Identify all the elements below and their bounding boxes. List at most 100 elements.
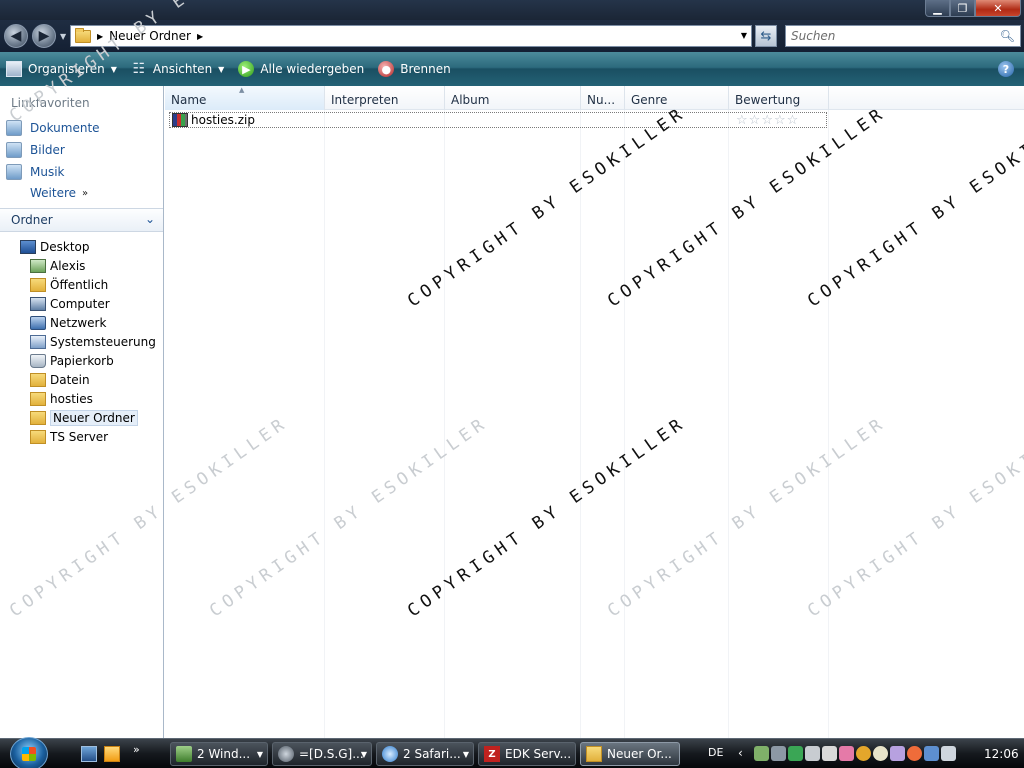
search-input[interactable] <box>791 29 991 43</box>
favorite-link-pictures[interactable]: Bilder <box>6 142 65 158</box>
rating-stars[interactable]: ☆ ☆ ☆ ☆ ☆ <box>736 113 799 128</box>
tree-item-recycle-bin[interactable]: Papierkorb <box>30 351 114 370</box>
zip-archive-icon <box>172 113 188 127</box>
show-hidden-icons-arrow-icon[interactable]: ‹ <box>738 746 743 760</box>
burn-button[interactable]: ● Brennen <box>378 61 451 77</box>
column-header-album[interactable]: Album <box>445 86 581 110</box>
column-header-number[interactable]: Nu... <box>581 86 625 110</box>
help-icon: ? <box>1002 62 1010 76</box>
refresh-button[interactable]: ⇆ <box>755 25 777 47</box>
tree-item-neuer-ordner[interactable]: Neuer Ordner <box>30 408 138 427</box>
tray-app-icon[interactable] <box>754 746 769 761</box>
star-icon[interactable]: ☆ <box>736 113 749 128</box>
tray-messenger-icon[interactable] <box>788 746 803 761</box>
column-divider <box>580 110 581 738</box>
folders-header[interactable]: Ordner ⌄ <box>0 208 163 232</box>
tree-item-network[interactable]: Netzwerk <box>30 313 106 332</box>
forward-button[interactable]: ▶ <box>32 24 56 48</box>
tray-drive-icon[interactable] <box>805 746 820 761</box>
clock[interactable]: 12:06 <box>984 747 1019 761</box>
folder-icon <box>30 372 46 387</box>
volume-icon[interactable] <box>941 746 956 761</box>
window-controls: ▁ ❐ ✕ <box>925 0 1021 17</box>
computer-icon <box>30 296 46 311</box>
tree-item-datein[interactable]: Datein <box>30 370 90 389</box>
minimize-button[interactable]: ▁ <box>925 0 950 17</box>
tree-item-label: Papierkorb <box>50 353 114 368</box>
taskbar-button-steam[interactable]: =[D.S.G]... ▼ <box>272 742 372 766</box>
favorite-link-documents[interactable]: Dokumente <box>6 120 100 136</box>
media-player-icon[interactable] <box>104 746 120 762</box>
network-tray-icon[interactable] <box>924 746 939 761</box>
pictures-icon <box>6 142 22 158</box>
start-button[interactable] <box>10 737 48 768</box>
tree-item-label: Neuer Ordner <box>50 409 138 426</box>
taskbar-button-filezilla[interactable]: Z EDK Serv... <box>478 742 576 766</box>
command-bar: Organisieren ▼ ☷ Ansichten ▼ ▶ Alle wied… <box>0 52 1024 86</box>
column-header-genre[interactable]: Genre <box>625 86 729 110</box>
taskbar-button-explorer[interactable]: 2 Wind... ▼ <box>170 742 268 766</box>
network-icon <box>30 315 46 330</box>
taskbar-button-label: EDK Serv... <box>505 747 572 761</box>
tree-item-control-panel[interactable]: Systemsteuerung <box>30 332 156 351</box>
tray-x-icon[interactable] <box>822 746 837 761</box>
taskbar-button-safari[interactable]: 2 Safari... ▼ <box>376 742 474 766</box>
tree-item-ts-server[interactable]: TS Server <box>30 427 108 446</box>
quicklaunch-more-icon[interactable]: » <box>133 743 149 759</box>
star-icon[interactable]: ☆ <box>749 113 762 128</box>
views-icon: ☷ <box>132 61 146 77</box>
maximize-button[interactable]: ❐ <box>950 0 975 17</box>
folder-icon <box>75 27 91 43</box>
breadcrumb-separator-icon[interactable]: ▶ <box>197 32 203 41</box>
tray-steam-icon[interactable] <box>771 746 786 761</box>
help-button[interactable]: ? <box>998 61 1014 77</box>
column-headers: ▲ Name Interpreten Album Nu... Genre Bew… <box>165 86 1024 110</box>
tree-item-hosties[interactable]: hosties <box>30 389 93 408</box>
star-icon[interactable]: ☆ <box>774 113 787 128</box>
breadcrumb-item[interactable]: Neuer Ordner <box>109 29 191 43</box>
tree-item-public[interactable]: Öffentlich <box>30 275 108 294</box>
tree-item-label: Netzwerk <box>50 315 107 330</box>
favorites-header: Linkfavoriten <box>11 96 90 110</box>
file-row[interactable]: hosties.zip ☆ ☆ ☆ ☆ ☆ <box>169 112 827 128</box>
taskbar-button-label: 2 Wind... <box>197 747 251 761</box>
tray-app-icon[interactable] <box>907 746 922 761</box>
more-label: Weitere <box>30 186 77 200</box>
column-header-artists[interactable]: Interpreten <box>325 86 445 110</box>
language-indicator[interactable]: DE <box>708 746 723 759</box>
tree-item-label: Alexis <box>50 258 86 273</box>
organize-label: Organisieren <box>28 62 105 76</box>
tray-chrome-icon[interactable] <box>856 746 871 761</box>
folder-icon <box>586 746 602 762</box>
folder-icon <box>30 391 46 406</box>
favorite-link-music[interactable]: Musik <box>6 164 65 180</box>
column-divider <box>828 110 829 738</box>
tree-item-computer[interactable]: Computer <box>30 294 110 313</box>
tray-moon-icon[interactable] <box>873 746 888 761</box>
tray-app-icon[interactable] <box>890 746 905 761</box>
column-header-name[interactable]: ▲ Name <box>165 86 325 110</box>
tree-item-desktop[interactable]: Desktop <box>20 237 90 256</box>
search-icon[interactable]: 🔍︎ <box>1000 29 1015 43</box>
address-dropdown-icon[interactable]: ▼ <box>741 31 747 40</box>
burn-label: Brennen <box>400 62 451 76</box>
column-header-label: Interpreten <box>331 93 399 107</box>
folders-header-label: Ordner <box>11 213 53 227</box>
close-button[interactable]: ✕ <box>975 0 1021 17</box>
star-icon[interactable]: ☆ <box>761 113 774 128</box>
star-icon[interactable]: ☆ <box>787 113 800 128</box>
forward-arrow-icon: ▶ <box>38 28 50 44</box>
organize-button[interactable]: Organisieren ▼ <box>6 61 117 77</box>
chevron-down-icon: ▼ <box>110 64 117 74</box>
recent-pages-dropdown[interactable]: ▼ <box>60 32 66 41</box>
taskbar-button-neuer-ordner[interactable]: Neuer Or... <box>580 742 680 766</box>
address-bar[interactable]: ▶ Neuer Ordner ▶ ▼ <box>70 25 752 47</box>
show-desktop-icon[interactable] <box>81 746 97 762</box>
column-header-rating[interactable]: Bewertung <box>729 86 829 110</box>
tree-item-alexis[interactable]: Alexis <box>30 256 85 275</box>
back-button[interactable]: ◀ <box>4 24 28 48</box>
views-button[interactable]: ☷ Ansichten ▼ <box>131 61 225 77</box>
tray-app-icon[interactable] <box>839 746 854 761</box>
favorite-more-link[interactable]: Weitere » <box>30 186 88 200</box>
play-all-button[interactable]: ▶ Alle wiedergeben <box>238 61 364 77</box>
